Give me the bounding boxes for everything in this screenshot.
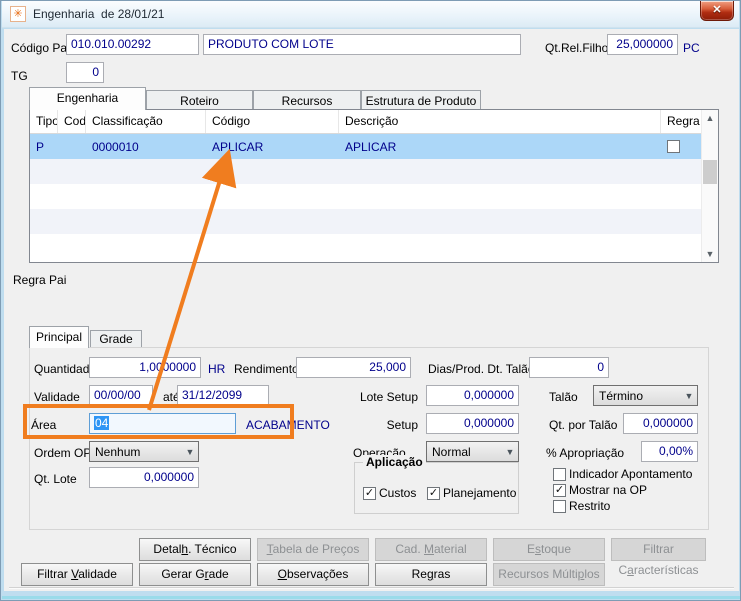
lote-setup-label: Lote Setup	[353, 390, 418, 404]
tab-roteiro[interactable]: Roteiro	[146, 90, 253, 110]
button-cad-material: Cad. Material	[375, 538, 487, 561]
tab-engenharia[interactable]: Engenharia	[29, 87, 146, 110]
area-input[interactable]: 04	[89, 413, 236, 434]
scroll-down-icon[interactable]: ▼	[702, 246, 718, 262]
codigo-pai-input[interactable]: 010.010.00292	[66, 34, 199, 55]
codigo-pai-label: Código Pai	[11, 41, 70, 55]
cell-descricao: APLICAR	[339, 140, 661, 154]
quantidade-label: Quantidade	[34, 362, 96, 376]
qt-por-talao-input[interactable]: 0,000000	[623, 413, 698, 434]
window-title: Engenharia de 28/01/21	[33, 7, 164, 21]
produto-descricao-input[interactable]: PRODUTO COM LOTE	[203, 34, 521, 55]
col-header-regra[interactable]: Regra	[661, 110, 701, 133]
scrollbar-thumb[interactable]	[703, 160, 717, 184]
engenharia-window: ✳ Engenharia de 28/01/21 ✕ Código Pai 01…	[0, 0, 741, 601]
grid-empty-row[interactable]	[30, 209, 701, 234]
rendimento-input[interactable]: 25,000	[296, 357, 411, 378]
indicador-apontamento-checkbox[interactable]: ✓ Indicador Apontamento	[553, 467, 692, 481]
validade-de-input[interactable]: 00/00/00	[89, 385, 153, 406]
setup-input[interactable]: 0,000000	[426, 413, 519, 434]
operacao-dropdown[interactable]: Normal ▼	[426, 441, 519, 462]
button-gerar-grade[interactable]: Gerar Grade	[139, 563, 251, 586]
quantidade-input[interactable]: 1,0000000	[89, 357, 201, 378]
close-button[interactable]: ✕	[700, 1, 734, 21]
setup-label: Setup	[353, 418, 418, 432]
apropriacao-input[interactable]: 0,00%	[641, 441, 698, 462]
qt-por-talao-label: Qt. por Talão	[549, 418, 617, 432]
col-header-tipo[interactable]: Tipo	[30, 110, 58, 133]
mostrar-na-op-checkbox[interactable]: ✓ Mostrar na OP	[553, 483, 647, 497]
quantidade-unit: HR	[208, 362, 225, 376]
area-label: Área	[31, 418, 56, 432]
dias-prod-label: Dias/Prod. Dt. Talão	[428, 362, 535, 376]
restrito-checkbox[interactable]: ✓ Restrito	[553, 499, 610, 513]
tab-principal[interactable]: Principal	[29, 326, 89, 348]
area-selected-text: 04	[94, 416, 109, 430]
button-observacoes[interactable]: Observações	[257, 563, 369, 586]
tg-input[interactable]: 0	[66, 62, 104, 83]
tab-estrutura-de-produto[interactable]: Estrutura de Produto	[361, 90, 481, 110]
qt-lote-label: Qt. Lote	[34, 472, 77, 486]
qt-rel-filho-label: Qt.Rel.Filho	[545, 41, 608, 55]
regra-pai-label: Regra Pai	[13, 273, 66, 287]
grid-empty-row[interactable]	[30, 159, 701, 184]
button-regras[interactable]: Regras	[375, 563, 487, 586]
grid-empty-row[interactable]	[30, 234, 701, 259]
grid-empty-row[interactable]	[30, 184, 701, 209]
engenharia-grid: Tipo Cod Classificação Código Descrição …	[29, 109, 719, 263]
validade-ate-input[interactable]: 31/12/2099	[177, 385, 269, 406]
apropriacao-label: % Apropriação	[546, 446, 624, 460]
qt-lote-input[interactable]: 0,000000	[89, 467, 199, 488]
cell-codigo: APLICAR	[206, 140, 339, 154]
cell-tipo: P	[30, 140, 58, 154]
button-recursos-multiplos: Recursos Múltiplos	[493, 563, 605, 586]
tg-label: TG	[11, 69, 28, 83]
dias-prod-input[interactable]: 0	[529, 357, 609, 378]
col-header-cod[interactable]: Cod	[58, 110, 86, 133]
qt-rel-filho-unit: PC	[683, 41, 700, 55]
regra-checkbox[interactable]: ✓	[667, 140, 701, 153]
ordem-op-label: Ordem OP	[34, 446, 91, 460]
tab-recursos[interactable]: Recursos	[253, 90, 361, 110]
title-bar: ✳ Engenharia de 28/01/21	[2, 1, 739, 28]
lote-setup-input[interactable]: 0,000000	[426, 385, 519, 406]
planejamento-checkbox[interactable]: ✓ Planejamento	[427, 486, 516, 500]
tab-grade[interactable]: Grade	[90, 330, 142, 348]
button-detalh-tecnico[interactable]: Detalh. Técnico	[139, 538, 251, 561]
area-descricao: ACABAMENTO	[246, 418, 330, 432]
col-header-descricao[interactable]: Descrição	[339, 110, 661, 133]
validade-label: Validade	[34, 390, 80, 404]
col-header-classificacao[interactable]: Classificação	[86, 110, 206, 133]
talao-label: Talão	[549, 390, 578, 404]
qt-rel-filho-input[interactable]: 25,000000	[607, 34, 678, 55]
bottom-groove	[9, 587, 734, 589]
aplicacao-title: Aplicação	[363, 455, 426, 469]
ordem-op-dropdown[interactable]: Nenhum ▼	[89, 441, 199, 462]
chevron-down-icon: ▼	[182, 447, 198, 457]
button-tabela-de-precos: Tabela de Preços	[257, 538, 369, 561]
rendimento-label: Rendimento	[234, 362, 299, 376]
grid-vertical-scrollbar[interactable]: ▲ ▼	[701, 110, 718, 262]
talao-dropdown[interactable]: Término ▼	[593, 385, 698, 406]
grid-row-selected[interactable]: P 0000010 APLICAR APLICAR ✓	[30, 134, 701, 159]
scroll-up-icon[interactable]: ▲	[702, 110, 718, 126]
window-bottom-edge	[2, 596, 741, 599]
button-filtrar-caracteristicas: Filtrar Características	[611, 538, 706, 561]
grid-header: Tipo Cod Classificação Código Descrição …	[30, 110, 701, 134]
chevron-down-icon: ▼	[502, 447, 518, 457]
custos-checkbox[interactable]: ✓ Custos	[363, 486, 416, 500]
chevron-down-icon: ▼	[681, 391, 697, 401]
col-header-codigo[interactable]: Código	[206, 110, 339, 133]
cell-classificacao: 0000010	[86, 140, 206, 154]
app-icon: ✳	[10, 6, 26, 22]
button-estoque: Estoque	[493, 538, 605, 561]
button-filtrar-validade[interactable]: Filtrar Validade	[21, 563, 133, 586]
